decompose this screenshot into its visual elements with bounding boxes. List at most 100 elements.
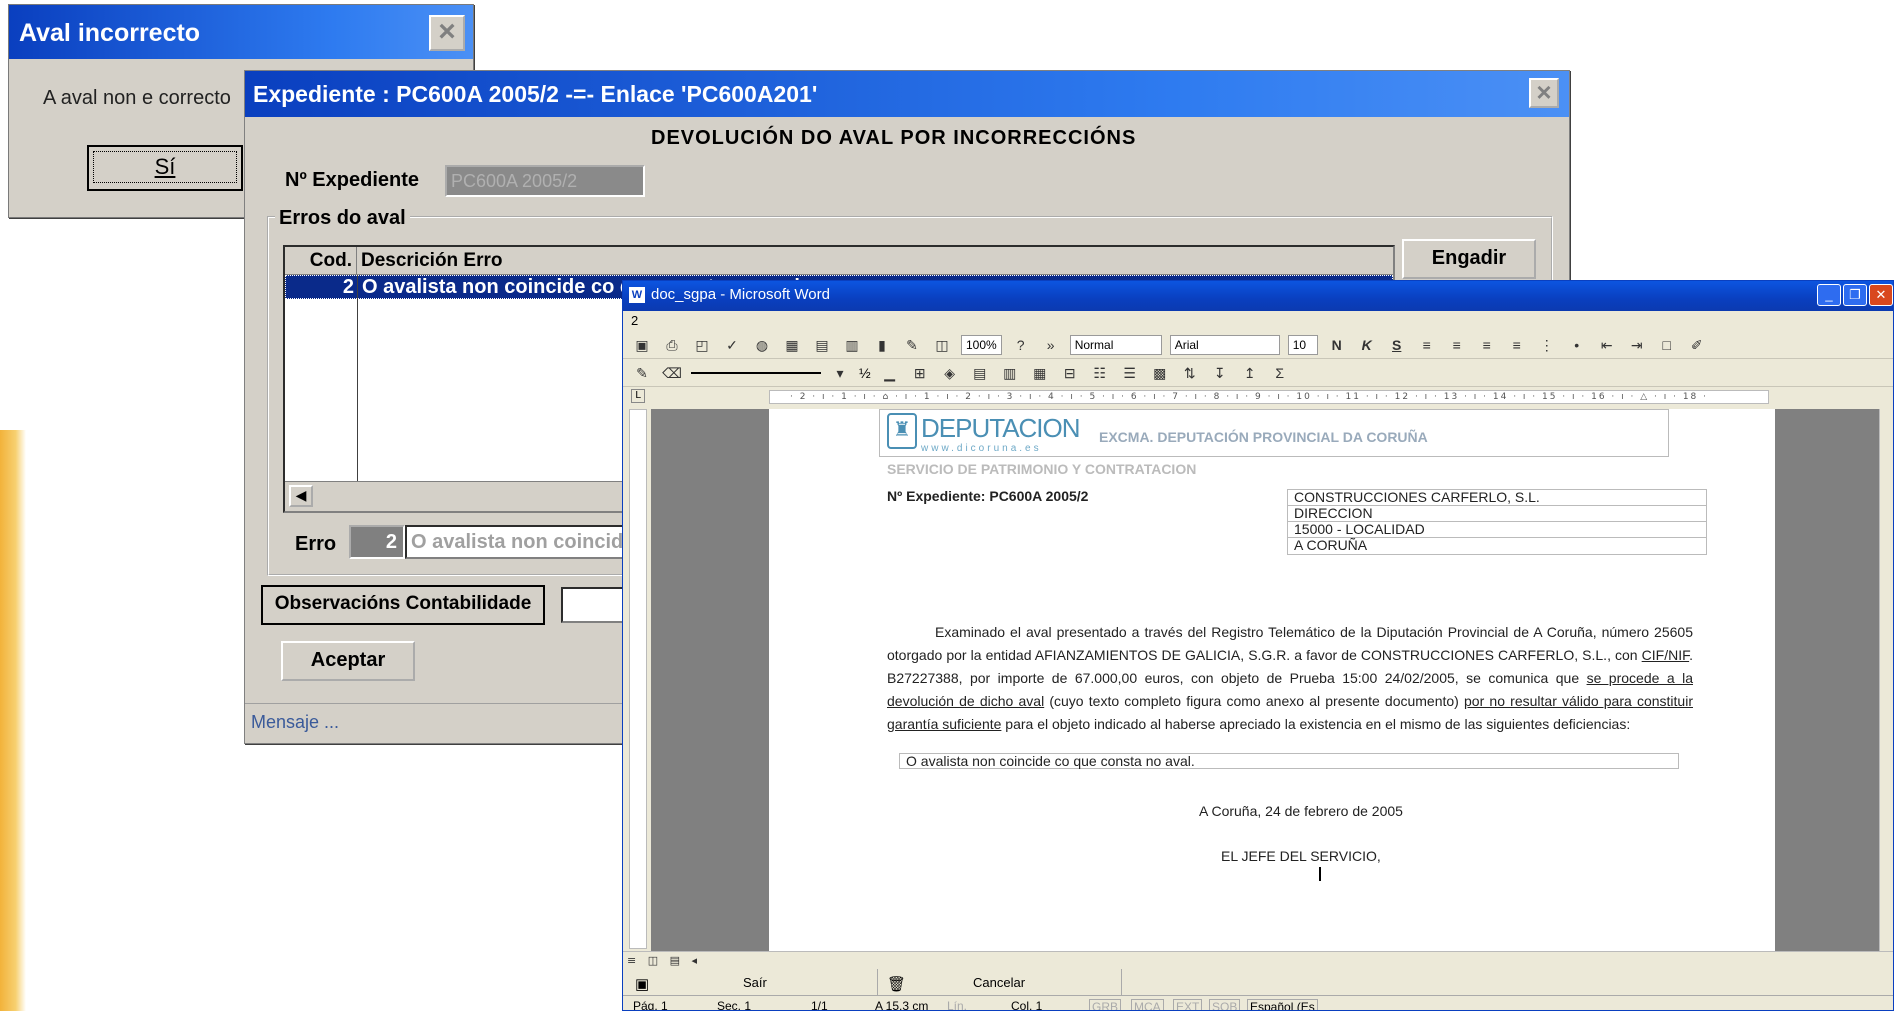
address-line: DIRECCION xyxy=(1288,506,1706,522)
letter-body-paragraph: Examinado el aval presentado a través de… xyxy=(887,621,1693,736)
eraser-icon[interactable]: ⌫ xyxy=(661,363,683,383)
hyperlink-icon[interactable]: ◍ xyxy=(751,335,773,355)
address-block: CONSTRUCCIONES CARFERLO, S.L. DIRECCION … xyxy=(1287,489,1707,555)
drawing-icon[interactable]: ✎ xyxy=(901,335,923,355)
trash-icon[interactable]: 🗑 xyxy=(887,975,906,993)
add-error-button-label: Engadir xyxy=(1431,247,1507,269)
observations-accounting-button[interactable]: Observacións Contabilidade xyxy=(261,585,545,625)
column-header-code[interactable]: Cod. xyxy=(285,247,357,274)
aval-dialog-title: Aval incorrecto xyxy=(9,5,473,59)
document-map-icon[interactable]: ◫ xyxy=(931,335,953,355)
draw-pencil-icon[interactable]: ✎ xyxy=(631,363,653,383)
exit-icon[interactable]: ▣ xyxy=(635,975,649,993)
style-select[interactable]: Normal xyxy=(1069,334,1162,355)
merge-cells-icon[interactable]: ▥ xyxy=(999,363,1021,383)
menu-item[interactable]: 2 xyxy=(631,313,638,328)
word-titlebar: W doc_sgpa - Microsoft Word _ ❐ ✕ xyxy=(623,281,1893,311)
word-menubar: 2 xyxy=(623,311,1893,331)
form-heading: DEVOLUCIÓN DO AVAL POR INCORRECCIÓNS xyxy=(651,127,1137,149)
grid-column-divider xyxy=(357,275,358,481)
status-grb[interactable]: GRB xyxy=(1089,999,1122,1010)
minimize-icon[interactable]: _ xyxy=(1817,284,1841,306)
more-buttons-icon[interactable]: » xyxy=(1040,335,1062,355)
border-color-icon[interactable]: ▁ xyxy=(879,363,901,383)
sort-ascending-icon[interactable]: ↧ xyxy=(1209,363,1231,383)
yes-button[interactable]: Sí xyxy=(87,145,243,191)
sort-descending-icon[interactable]: ↥ xyxy=(1239,363,1261,383)
help-icon[interactable]: ? xyxy=(1010,335,1032,355)
status-mca[interactable]: MCA xyxy=(1131,999,1164,1010)
expediente-dialog-close-button[interactable]: × xyxy=(1529,78,1559,108)
shading-icon[interactable]: ◈ xyxy=(939,363,961,383)
autoformat-icon[interactable]: ▩ xyxy=(1149,363,1171,383)
logo-url: www.dicoruna.es xyxy=(921,443,1042,454)
distribute-columns-icon[interactable]: ☰ xyxy=(1119,363,1141,383)
add-error-button[interactable]: Engadir xyxy=(1402,239,1536,279)
align-cell-icon[interactable]: ⊟ xyxy=(1059,363,1081,383)
align-right-icon[interactable]: ≡ xyxy=(1476,335,1498,355)
error-code-field[interactable]: 2 xyxy=(349,525,405,559)
line-style-sample[interactable] xyxy=(691,371,821,374)
highlight-icon[interactable]: ✐ xyxy=(1686,335,1708,355)
font-size-select[interactable]: 10 xyxy=(1287,334,1318,355)
align-left-icon[interactable]: ≡ xyxy=(1416,335,1438,355)
numbering-icon[interactable]: ⋮ xyxy=(1536,335,1558,355)
line-weight-select[interactable]: ½ xyxy=(859,365,871,381)
zoom-select[interactable]: 100% xyxy=(961,334,1002,355)
vertical-scrollbar[interactable] xyxy=(1879,409,1893,951)
bold-icon[interactable]: N xyxy=(1326,335,1348,355)
document-page[interactable]: ♜ DEPUTACION www.dicoruna.es EXCMA. DEPU… xyxy=(769,409,1775,951)
print-preview-icon[interactable]: ◰ xyxy=(691,335,713,355)
errors-grid-header: Cod. Descrición Erro xyxy=(285,247,1393,275)
borders-icon[interactable]: □ xyxy=(1656,335,1678,355)
standard-toolbar: ▣ ⎙ ◰ ✓ ◍ ▦ ▤ ▥ ▮ ✎ ◫ 100% ? » Normal Ar… xyxy=(623,331,1893,359)
tab-selector-icon[interactable]: L xyxy=(631,389,645,403)
save-icon[interactable]: ▣ xyxy=(631,335,653,355)
tables-borders-icon[interactable]: ▦ xyxy=(781,335,803,355)
bullets-icon[interactable]: • xyxy=(1566,335,1588,355)
insert-table-menu-icon[interactable]: ▤ xyxy=(969,363,991,383)
view-buttons[interactable]: ≡ ◫ ▤ ◂ xyxy=(627,954,701,967)
vertical-ruler[interactable] xyxy=(629,409,647,949)
service-name: SERVICIO DE PATRIMONIO Y CONTRATACION xyxy=(887,461,1197,477)
word-title: doc_sgpa - Microsoft Word xyxy=(651,286,830,303)
status-language: Español (Es xyxy=(1247,999,1318,1010)
underline-icon[interactable]: S xyxy=(1386,335,1408,355)
distribute-rows-icon[interactable]: ☷ xyxy=(1089,363,1111,383)
insert-excel-icon[interactable]: ▥ xyxy=(841,335,863,355)
print-icon[interactable]: ⎙ xyxy=(661,335,683,355)
change-direction-icon[interactable]: ⇅ xyxy=(1179,363,1201,383)
decrease-indent-icon[interactable]: ⇤ xyxy=(1596,335,1618,355)
outside-border-icon[interactable]: ⊞ xyxy=(909,363,931,383)
status-pages: 1/1 xyxy=(811,999,828,1011)
word-window: W doc_sgpa - Microsoft Word _ ❐ ✕ 2 ▣ ⎙ … xyxy=(622,280,1894,1011)
exit-button[interactable]: Saír xyxy=(743,975,767,990)
autosum-icon[interactable]: Σ xyxy=(1269,363,1291,383)
body-text-part: Examinado el aval presentado a través de… xyxy=(887,624,1693,663)
columns-icon[interactable]: ▮ xyxy=(871,335,893,355)
justify-icon[interactable]: ≡ xyxy=(1506,335,1528,355)
align-center-icon[interactable]: ≡ xyxy=(1446,335,1468,355)
horizontal-ruler[interactable]: · 2 · ı · 1 · ı · ⌂ · ı · 1 · ı · 2 · ı … xyxy=(769,390,1769,404)
cancel-button[interactable]: Cancelar xyxy=(973,975,1025,990)
text-cursor xyxy=(1319,867,1321,881)
accept-button[interactable]: Aceptar xyxy=(281,641,415,681)
font-select[interactable]: Arial xyxy=(1169,334,1280,355)
status-ext[interactable]: EXT xyxy=(1173,999,1203,1010)
italic-icon[interactable]: K xyxy=(1356,335,1378,355)
column-header-description[interactable]: Descrición Erro xyxy=(357,247,1393,274)
address-line: CONSTRUCCIONES CARFERLO, S.L. xyxy=(1288,490,1706,506)
split-cells-icon[interactable]: ▦ xyxy=(1029,363,1051,383)
horizontal-scrollbar[interactable]: ≡ ◫ ▤ ◂ xyxy=(623,951,1893,969)
scroll-left-icon[interactable]: ◀ xyxy=(289,485,313,507)
status-sob[interactable]: SOB xyxy=(1209,999,1241,1010)
insert-table-icon[interactable]: ▤ xyxy=(811,335,833,355)
restore-icon[interactable]: ❐ xyxy=(1843,284,1867,306)
increase-indent-icon[interactable]: ⇥ xyxy=(1626,335,1648,355)
close-icon[interactable]: ✕ xyxy=(1869,284,1893,306)
word-app-icon: W xyxy=(629,287,645,303)
aval-dialog-close-button[interactable]: × xyxy=(429,15,465,51)
status-line: Lín. xyxy=(947,999,968,1011)
spelling-icon[interactable]: ✓ xyxy=(721,335,743,355)
line-style-dropdown-icon[interactable]: ▾ xyxy=(829,363,851,383)
